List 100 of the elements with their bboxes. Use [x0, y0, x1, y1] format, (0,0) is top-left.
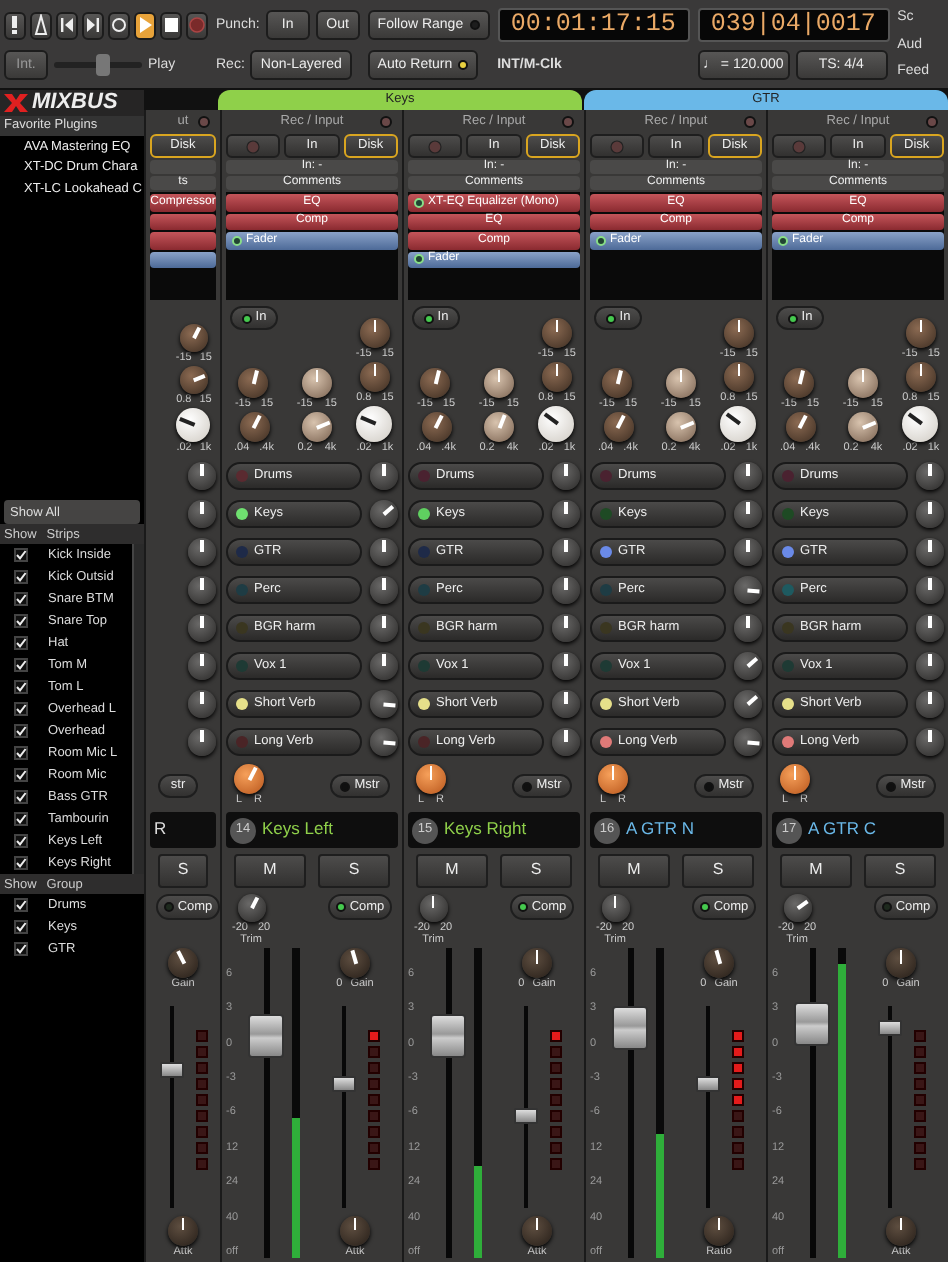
strip-name[interactable]: Keys Left [262, 820, 333, 840]
fader-handle[interactable] [612, 1006, 648, 1051]
knob[interactable] [356, 405, 393, 442]
checkbox[interactable] [14, 724, 28, 739]
compressor-fader[interactable] [695, 1076, 719, 1093]
knob[interactable] [370, 461, 398, 489]
knob[interactable] [301, 367, 332, 398]
checkbox[interactable] [14, 592, 28, 607]
transport-button[interactable] [56, 11, 78, 39]
knob[interactable] [188, 461, 216, 489]
knob[interactable] [522, 948, 552, 978]
mute-button[interactable]: M [780, 854, 852, 888]
knob[interactable] [238, 367, 269, 398]
knob[interactable] [886, 948, 916, 978]
knob[interactable] [916, 613, 944, 641]
knob[interactable] [603, 411, 633, 442]
knob[interactable] [237, 894, 266, 922]
knob[interactable] [720, 405, 757, 442]
knob[interactable] [784, 367, 815, 398]
strip-name[interactable]: A GTR N [626, 820, 695, 840]
knob[interactable] [783, 894, 812, 922]
knob[interactable] [905, 361, 936, 392]
knob[interactable] [188, 499, 216, 527]
knob[interactable] [552, 499, 580, 527]
knob[interactable] [188, 727, 216, 755]
solo-button[interactable]: S [682, 854, 754, 888]
knob[interactable] [552, 651, 580, 679]
checkbox[interactable] [14, 834, 28, 849]
fader-handle[interactable] [430, 1014, 466, 1059]
knob[interactable] [723, 361, 754, 392]
fader-slot[interactable] [150, 251, 216, 268]
knob[interactable] [916, 499, 944, 527]
knob[interactable] [734, 689, 762, 717]
mute-button[interactable]: M [234, 854, 306, 888]
knob[interactable] [370, 651, 398, 679]
knob[interactable] [916, 689, 944, 717]
knob[interactable] [552, 575, 580, 603]
checkbox[interactable] [14, 680, 28, 695]
knob[interactable] [168, 948, 198, 978]
knob[interactable] [785, 411, 815, 442]
checkbox[interactable] [14, 942, 28, 957]
transport-button[interactable] [82, 11, 104, 39]
knob[interactable] [916, 651, 944, 679]
knob[interactable] [234, 764, 264, 795]
knob[interactable] [665, 367, 696, 398]
transport-button[interactable] [108, 11, 130, 39]
knob[interactable] [370, 727, 398, 755]
transport-button[interactable] [160, 11, 182, 39]
knob[interactable] [704, 1215, 734, 1246]
transport-button[interactable] [134, 11, 156, 39]
knob[interactable] [552, 537, 580, 565]
knob[interactable] [370, 499, 398, 527]
transport-button[interactable] [4, 11, 26, 39]
knob[interactable] [916, 461, 944, 489]
knob[interactable] [734, 537, 762, 565]
knob[interactable] [522, 1215, 552, 1246]
knob[interactable] [541, 361, 572, 392]
knob[interactable] [340, 948, 370, 978]
checkbox[interactable] [14, 856, 28, 871]
knob[interactable] [188, 537, 216, 565]
knob[interactable] [483, 367, 514, 398]
knob[interactable] [552, 461, 580, 489]
knob[interactable] [370, 689, 398, 717]
knob[interactable] [359, 361, 390, 392]
knob[interactable] [916, 537, 944, 565]
input-button[interactable] [150, 160, 216, 174]
solo-button[interactable]: S [500, 854, 572, 888]
solo-button[interactable]: S [864, 854, 936, 888]
knob[interactable] [188, 575, 216, 603]
knob[interactable] [602, 367, 633, 398]
knob[interactable] [176, 407, 211, 442]
knob[interactable] [419, 894, 448, 922]
knob[interactable] [916, 727, 944, 755]
knob[interactable] [552, 727, 580, 755]
knob[interactable] [420, 367, 451, 398]
knob[interactable] [416, 764, 446, 795]
knob[interactable] [916, 575, 944, 603]
knob[interactable] [188, 689, 216, 717]
mute-button[interactable]: M [416, 854, 488, 888]
strip-name[interactable]: A GTR C [808, 820, 877, 840]
compressor-fader[interactable] [159, 1061, 183, 1078]
knob[interactable] [734, 575, 762, 603]
knob[interactable] [847, 367, 878, 398]
knob[interactable] [780, 764, 810, 795]
fader-handle[interactable] [248, 1014, 284, 1059]
checkbox[interactable] [14, 548, 28, 563]
knob[interactable] [188, 613, 216, 641]
knob[interactable] [239, 411, 269, 442]
checkbox[interactable] [14, 570, 28, 585]
checkbox[interactable] [14, 812, 28, 827]
knob[interactable] [188, 651, 216, 679]
solo-button[interactable]: S [158, 854, 208, 888]
plugin-slot[interactable] [150, 213, 216, 230]
compressor-fader[interactable] [513, 1108, 537, 1125]
knob[interactable] [168, 1215, 198, 1246]
fader-handle[interactable] [794, 1001, 830, 1046]
knob[interactable] [665, 411, 696, 442]
scrollbar[interactable] [132, 544, 144, 875]
strip-name[interactable]: Keys Right [444, 820, 527, 840]
checkbox[interactable] [14, 702, 28, 717]
